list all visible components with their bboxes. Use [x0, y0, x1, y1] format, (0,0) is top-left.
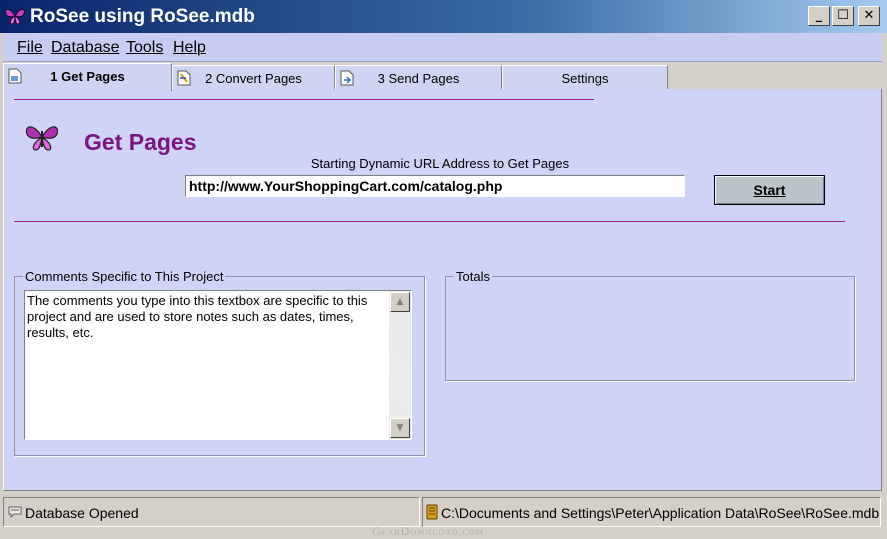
get-pages-panel: Get Pages Starting Dynamic URL Address t… [3, 89, 882, 491]
comments-legend: Comments Specific to This Project [25, 269, 224, 284]
status-panel-left: Database Opened [3, 497, 420, 527]
minimize-button[interactable]: _ [808, 6, 830, 26]
tab-label: 3 Send Pages [377, 71, 460, 86]
title-bar[interactable]: RoSee using RoSee.mdb _ ☐ ✕ [0, 0, 887, 33]
tab-strip: 1 Get Pages 2 Convert Pages 3 Send Pages… [3, 63, 882, 91]
window-title: RoSee using RoSee.mdb [30, 6, 255, 27]
comments-textbox[interactable]: The comments you type into this textbox … [24, 290, 412, 440]
url-caption: Starting Dynamic URL Address to Get Page… [310, 156, 570, 171]
comments-group: Comments Specific to This Project The co… [14, 269, 425, 456]
page-title: Get Pages [84, 129, 197, 155]
close-button[interactable]: ✕ [858, 6, 880, 26]
divider [14, 221, 845, 222]
totals-legend: Totals [456, 269, 490, 284]
maximize-button[interactable]: ☐ [832, 6, 854, 26]
menu-help[interactable]: Help [173, 39, 206, 57]
tab-label: Settings [561, 71, 609, 86]
menu-bar: File Database Tools Help [3, 33, 882, 62]
scroll-down-icon[interactable]: ▼ [390, 418, 410, 438]
scroll-up-icon[interactable]: ▲ [390, 292, 410, 312]
database-path: C:\Documents and Settings\Peter\Applicat… [441, 505, 880, 521]
butterfly-icon [5, 8, 25, 25]
status-text: Database Opened [25, 505, 139, 521]
menu-tools[interactable]: Tools [126, 39, 163, 57]
butterfly-icon [25, 126, 59, 151]
url-input[interactable] [185, 175, 685, 197]
vertical-scrollbar[interactable]: ▲ ▼ [389, 291, 411, 439]
comments-text: The comments you type into this textbox … [27, 293, 368, 340]
status-panel-right: C:\Documents and Settings\Peter\Applicat… [422, 497, 881, 527]
tab-convert-pages[interactable]: 2 Convert Pages [172, 65, 335, 89]
tab-send-pages[interactable]: 3 Send Pages [335, 65, 502, 89]
tab-label: 2 Convert Pages [205, 71, 302, 86]
tab-get-pages[interactable]: 1 Get Pages [3, 63, 172, 91]
chat-bubble-icon [8, 506, 22, 519]
database-icon [426, 504, 438, 520]
menu-file[interactable]: File [17, 39, 43, 57]
divider [14, 99, 594, 100]
start-button[interactable]: Start [714, 175, 825, 205]
tab-settings[interactable]: Settings [502, 65, 668, 89]
tab-label: 1 Get Pages [50, 69, 125, 84]
menu-database[interactable]: Database [51, 39, 120, 57]
totals-group: Totals [445, 269, 855, 381]
